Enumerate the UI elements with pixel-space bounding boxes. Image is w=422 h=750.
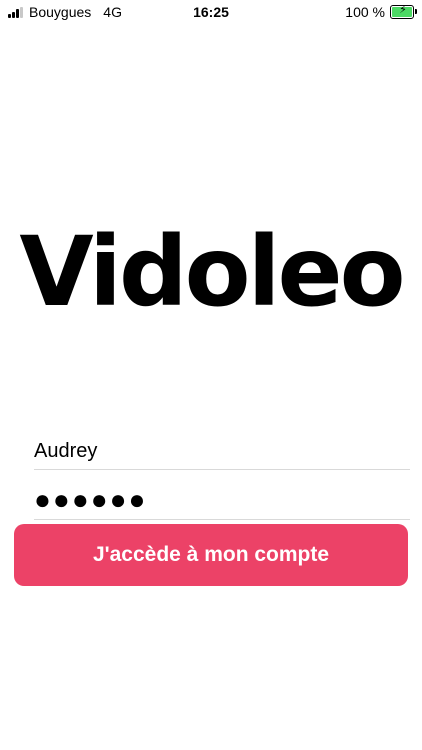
charging-bolt-icon: ⚡ [399, 4, 407, 16]
username-input[interactable] [34, 440, 404, 463]
status-bar: Bouygues 4G 16:25 100 % ⚡ [0, 0, 422, 24]
login-button[interactable]: J'accède à mon compte [14, 524, 408, 586]
password-input[interactable]: ●●●●●● [34, 486, 147, 514]
username-field-container [34, 421, 410, 470]
battery-icon: ⚡ [390, 4, 417, 19]
status-right: 100 % ⚡ [345, 4, 417, 20]
password-field-container[interactable]: ●●●●●● [34, 471, 410, 520]
app-logo: Vidoleo [19, 216, 405, 328]
battery-percent: 100 % [345, 4, 385, 20]
